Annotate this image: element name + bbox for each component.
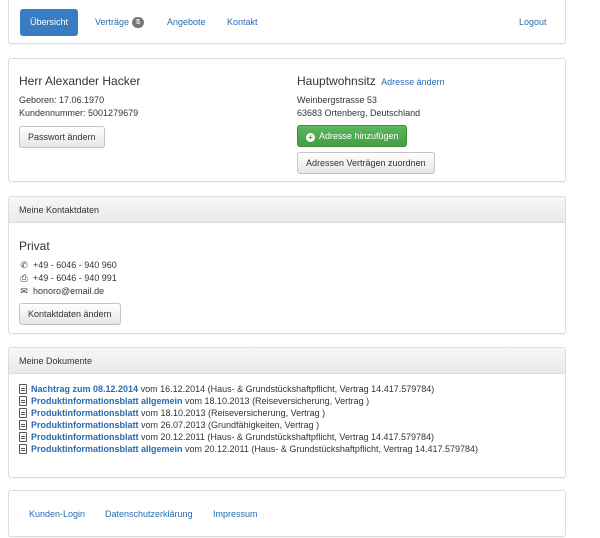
profile-panel: Herr Alexander Hacker Geboren: 17.06.197…	[8, 58, 566, 182]
tab-offers[interactable]: Angebote	[167, 9, 206, 36]
add-address-label: Adresse hinzufügen	[319, 131, 399, 141]
document-icon	[19, 408, 27, 418]
address-title-text: Hauptwohnsitz	[297, 74, 376, 88]
contact-panel-heading: Meine Kontaktdaten	[9, 197, 565, 223]
document-link[interactable]: Produktinformationsblatt	[31, 432, 139, 442]
address-street: Weinbergstrasse 53	[297, 95, 377, 105]
documents-panel: Meine Dokumente Nachtrag zum 08.12.2014 …	[8, 347, 566, 478]
document-row: Produktinformationsblatt vom 26.07.2013 …	[19, 420, 319, 430]
fax-icon: ⎙	[20, 273, 28, 283]
plus-circle-icon: +	[306, 133, 315, 142]
document-link[interactable]: Produktinformationsblatt allgemein	[31, 444, 183, 454]
email-address: honoro@email.de	[33, 286, 105, 296]
document-icon	[19, 444, 27, 454]
document-row: Produktinformationsblatt allgemein vom 1…	[19, 396, 369, 406]
document-info: vom 26.07.2013 (Grundfähigkeiten, Vertra…	[138, 420, 320, 430]
tab-contracts-label: Verträge	[95, 17, 130, 27]
document-icon	[19, 396, 27, 406]
document-icon	[19, 432, 27, 442]
email-row: ✉ honoro@email.de	[19, 286, 104, 297]
document-row: Produktinformationsblatt allgemein vom 2…	[19, 444, 478, 454]
contracts-count-badge: 5	[132, 17, 145, 28]
document-icon	[19, 384, 27, 394]
tab-contracts[interactable]: Verträge 5	[95, 9, 145, 36]
contact-type: Privat	[19, 239, 50, 253]
tab-overview[interactable]: Übersicht	[20, 9, 79, 36]
address-city: 63683 Ortenberg, Deutschland	[297, 108, 421, 118]
phone-number: +49 - 6046 - 940 960	[33, 260, 117, 270]
customer-name: Herr Alexander Hacker	[19, 74, 141, 88]
document-link[interactable]: Nachtrag zum 08.12.2014	[31, 384, 138, 394]
document-link[interactable]: Produktinformationsblatt	[31, 408, 139, 418]
document-link[interactable]: Produktinformationsblatt allgemein	[31, 396, 183, 406]
fax-number: +49 - 6046 - 940 991	[33, 273, 117, 283]
assign-addresses-button[interactable]: Adressen Verträgen zuordnen	[297, 152, 435, 174]
document-info: vom 18.10.2013 (Reiseversicherung, Vertr…	[182, 396, 370, 406]
change-password-button[interactable]: Passwort ändern	[19, 126, 105, 148]
document-info: vom 20.12.2011 (Haus- & Grundstückshaftp…	[182, 444, 479, 454]
add-address-button[interactable]: + Adresse hinzufügen	[297, 125, 407, 147]
fax-row: ⎙ +49 - 6046 - 940 991	[19, 273, 117, 284]
document-info: vom 18.10.2013 (Reiseversicherung, Vertr…	[138, 408, 326, 418]
phone-row: ✆ +49 - 6046 - 940 960	[19, 260, 117, 271]
privacy-link[interactable]: Datenschutzerklärung	[105, 509, 193, 519]
document-info: vom 16.12.2014 (Haus- & Grundstückshaftp…	[138, 384, 435, 394]
document-icon	[19, 420, 27, 430]
imprint-link[interactable]: Impressum	[213, 509, 258, 519]
top-navbar: Übersicht Verträge 5 Angebote Kontakt Log…	[8, 0, 566, 44]
customer-number: Kundennummer: 5001279679	[19, 108, 139, 118]
tab-contact[interactable]: Kontakt	[227, 9, 258, 36]
logout-link[interactable]: Logout	[519, 9, 547, 36]
change-address-link[interactable]: Adresse ändern	[381, 77, 445, 87]
birth-date: Geboren: 17.06.1970	[19, 95, 105, 105]
customer-login-link[interactable]: Kunden-Login	[29, 509, 85, 519]
envelope-icon: ✉	[20, 286, 28, 296]
document-info: vom 20.12.2011 (Haus- & Grundstückshaftp…	[138, 432, 435, 442]
phone-icon: ✆	[20, 260, 28, 270]
footer-panel: Kunden-Login Datenschutzerklärung Impres…	[8, 490, 566, 537]
documents-panel-heading: Meine Dokumente	[9, 348, 565, 374]
document-row: Nachtrag zum 08.12.2014 vom 16.12.2014 (…	[19, 384, 434, 394]
document-row: Produktinformationsblatt vom 20.12.2011 …	[19, 432, 434, 442]
address-title: Hauptwohnsitz Adresse ändern	[297, 74, 445, 88]
change-contact-button[interactable]: Kontaktdaten ändern	[19, 303, 121, 325]
document-link[interactable]: Produktinformationsblatt	[31, 420, 139, 430]
contact-panel: Meine Kontaktdaten Privat ✆ +49 - 6046 - …	[8, 196, 566, 334]
document-row: Produktinformationsblatt vom 18.10.2013 …	[19, 408, 325, 418]
